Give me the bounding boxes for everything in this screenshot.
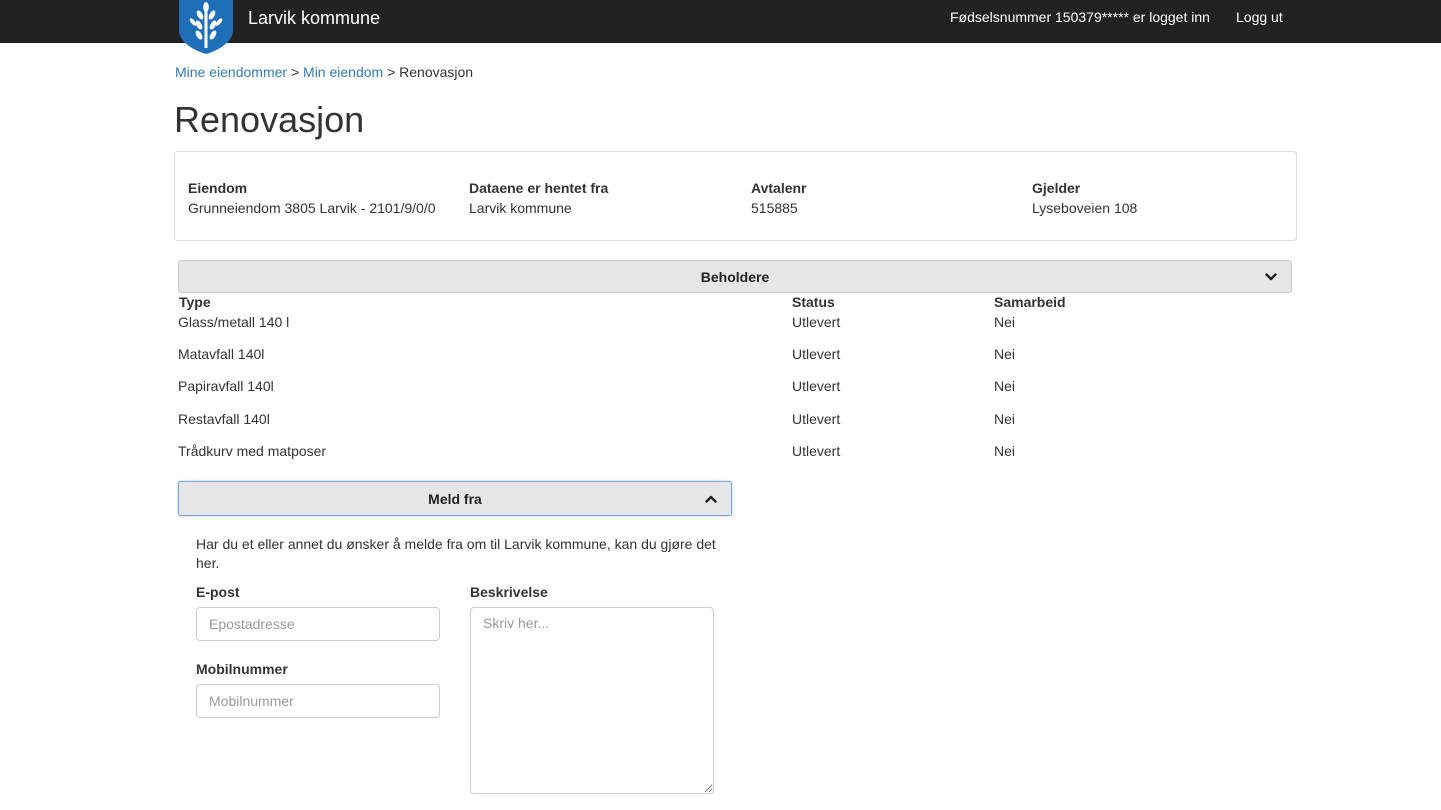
- row-status: Utlevert: [792, 443, 841, 459]
- row-type: Trådkurv med matposer: [178, 443, 327, 459]
- wheat-shield-icon[interactable]: [179, 0, 233, 54]
- chevron-down-icon: [1265, 272, 1277, 280]
- row-type: Matavfall 140l: [178, 346, 265, 362]
- description-textarea[interactable]: [470, 607, 714, 794]
- brand-name[interactable]: Larvik kommune: [248, 8, 380, 28]
- breadcrumb-separator: >: [387, 64, 396, 80]
- breadcrumb-min-eiendom[interactable]: Min eiendom: [303, 64, 383, 80]
- info-eiendom-label: Eiendom: [188, 180, 248, 196]
- description-label: Beskrivelse: [470, 584, 548, 600]
- row-status: Utlevert: [792, 411, 841, 427]
- top-navbar: Larvik kommune Fødselsnummer 150379*****…: [0, 0, 1441, 54]
- report-intro-text: Har du et eller annet du ønsker å melde …: [196, 536, 716, 571]
- email-label: E-post: [196, 584, 240, 600]
- breadcrumb-current: Renovasjon: [399, 64, 474, 80]
- beholdere-accordion-header[interactable]: Beholdere: [178, 260, 1292, 293]
- row-samarbeid: Nei: [994, 314, 1016, 330]
- mobile-field[interactable]: [196, 684, 440, 718]
- column-header-type: Type: [179, 294, 211, 310]
- row-type: Glass/metall 140 l: [178, 314, 290, 330]
- row-samarbeid: Nei: [994, 346, 1016, 362]
- row-status: Utlevert: [792, 378, 841, 394]
- info-kilde-label: Dataene er hentet fra: [469, 180, 609, 196]
- info-gjelder-label: Gjelder: [1032, 180, 1081, 196]
- meld-fra-accordion-header[interactable]: Meld fra: [178, 481, 732, 516]
- info-gjelder: Gjelder Lyseboveien 108: [1032, 178, 1137, 218]
- info-avtalenr: Avtalenr 515885: [751, 178, 807, 218]
- info-kilde-value: Larvik kommune: [469, 200, 572, 216]
- row-status: Utlevert: [792, 314, 841, 330]
- email-field[interactable]: [196, 607, 440, 641]
- info-avtalenr-label: Avtalenr: [751, 180, 807, 196]
- info-kilde: Dataene er hentet fra Larvik kommune: [469, 178, 608, 218]
- property-info-panel: Eiendom Grunneiendom 3805 Larvik - 2101/…: [174, 151, 1297, 241]
- chevron-up-icon: [705, 495, 717, 503]
- column-header-status: Status: [792, 294, 835, 310]
- info-avtalenr-value: 515885: [751, 200, 798, 216]
- page-title: Renovasjon: [174, 99, 365, 140]
- info-gjelder-value: Lyseboveien 108: [1032, 200, 1138, 216]
- column-header-samarbeid: Samarbeid: [994, 294, 1066, 310]
- row-samarbeid: Nei: [994, 411, 1016, 427]
- row-status: Utlevert: [792, 346, 841, 362]
- row-samarbeid: Nei: [994, 378, 1016, 394]
- info-eiendom-value: Grunneiendom 3805 Larvik - 2101/9/0/0: [188, 200, 436, 216]
- logout-link[interactable]: Logg ut: [1236, 9, 1283, 26]
- breadcrumb-mine-eiendommer[interactable]: Mine eiendommer: [175, 64, 287, 80]
- row-type: Restavfall 140l: [178, 411, 270, 427]
- row-samarbeid: Nei: [994, 443, 1016, 459]
- row-type: Papiravfall 140l: [178, 378, 274, 394]
- breadcrumb-separator: >: [290, 64, 300, 80]
- meld-fra-title: Meld fra: [428, 490, 482, 507]
- beholdere-title: Beholdere: [700, 268, 770, 285]
- login-status: Fødselsnummer 150379***** er logget inn: [950, 9, 1210, 25]
- mobile-label: Mobilnummer: [196, 661, 288, 677]
- breadcrumb: Mine eiendommer > Min eiendom > Renovasj…: [175, 64, 473, 81]
- info-eiendom: Eiendom Grunneiendom 3805 Larvik - 2101/…: [188, 178, 436, 218]
